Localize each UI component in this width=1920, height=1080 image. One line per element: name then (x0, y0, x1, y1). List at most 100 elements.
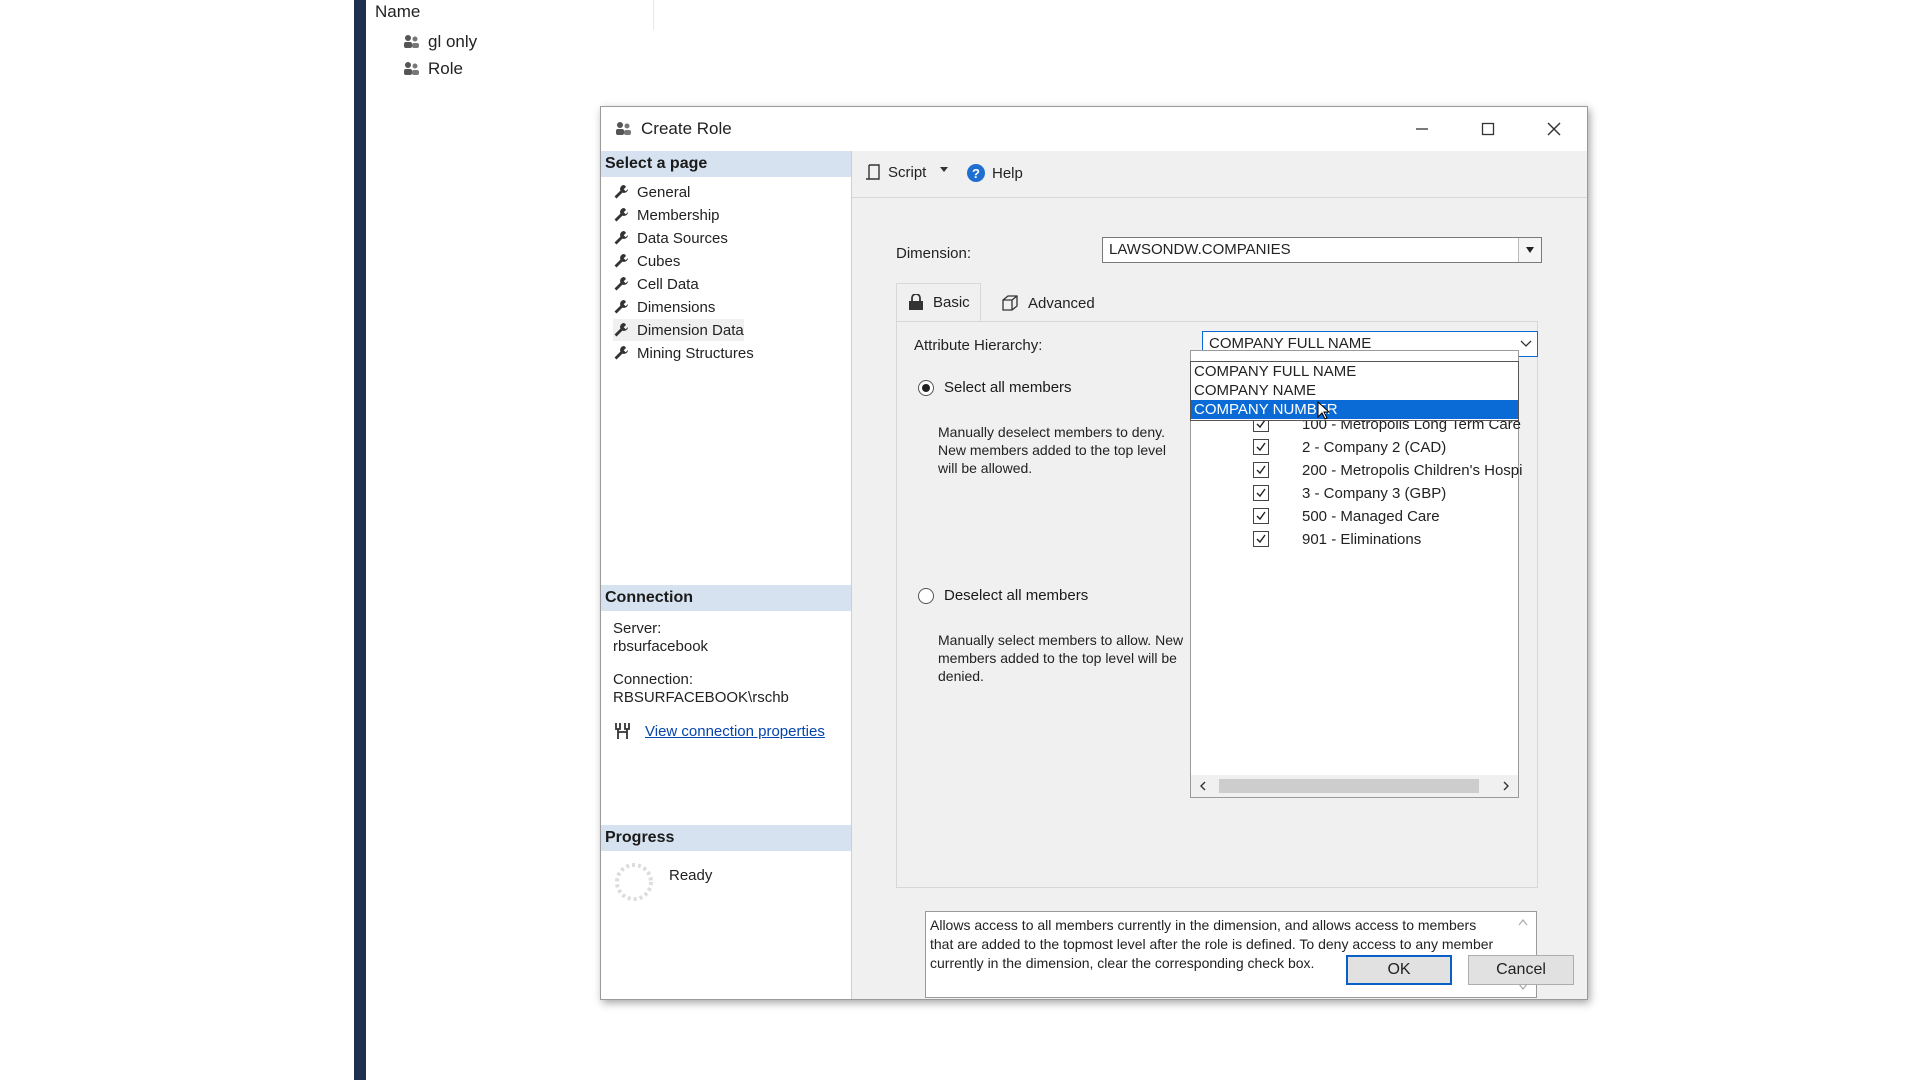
minimize-button[interactable] (1389, 107, 1455, 151)
close-button[interactable] (1521, 107, 1587, 151)
scroll-right-icon[interactable] (1502, 781, 1510, 791)
member-label: 200 - Metropolis Children's Hospi (1302, 461, 1523, 479)
svg-text:?: ? (972, 166, 980, 181)
progress-status: Ready (669, 867, 713, 884)
connection-header: Connection (601, 585, 851, 611)
page-label: Dimension Data (637, 321, 744, 339)
member-checkbox[interactable] (1253, 485, 1269, 501)
tab-advanced-label: Advanced (1028, 294, 1095, 312)
page-mining-structures[interactable]: Mining Structures (613, 342, 754, 364)
chevron-down-icon (940, 167, 948, 172)
help-label: Help (992, 164, 1023, 182)
page-data-sources[interactable]: Data Sources (613, 227, 728, 249)
connection-value: RBSURFACEBOOK\rschb (613, 689, 789, 706)
tree-item-label: gl only (428, 32, 478, 51)
help-icon: ? (967, 164, 985, 182)
check-icon (1256, 534, 1266, 544)
page-membership[interactable]: Membership (613, 204, 720, 226)
select-all-radio[interactable] (918, 379, 934, 396)
role-icon (404, 35, 419, 48)
check-icon (1256, 511, 1266, 521)
help-button[interactable]: ? Help (966, 163, 1023, 183)
scroll-up-icon[interactable] (1518, 918, 1528, 926)
attribute-hierarchy-dropdown[interactable]: COMPANY FULL NAME COMPANY NAME COMPANY N… (1190, 361, 1519, 421)
page-label: Membership (637, 206, 720, 224)
dimension-dropdown-arrow[interactable] (1518, 238, 1541, 262)
dropdown-option-selected[interactable]: COMPANY NUMBER (1191, 400, 1518, 419)
horizontal-scrollbar[interactable] (1191, 775, 1518, 797)
script-icon (866, 164, 880, 180)
select-all-description: Manually deselect members to deny. New m… (938, 424, 1167, 476)
connection-icon (615, 723, 630, 739)
wrench-icon (614, 346, 628, 360)
member-label: 2 - Company 2 (CAD) (1302, 438, 1447, 456)
page-label: Data Sources (637, 229, 728, 247)
title-bar: Create Role (601, 107, 1587, 151)
tree-item-label: Role (428, 59, 463, 78)
deselect-all-option[interactable]: Deselect all members (918, 587, 1088, 604)
member-checkbox[interactable] (1253, 439, 1269, 455)
window-edge-bar (354, 0, 366, 1080)
left-pane: Select a page General Membership Data So… (601, 151, 852, 999)
radio-selected-dot (922, 383, 930, 392)
tab-advanced[interactable]: Advanced (990, 287, 1105, 319)
cancel-button[interactable]: Cancel (1468, 955, 1574, 985)
view-connection-properties[interactable]: View connection properties (613, 721, 825, 741)
close-icon (1547, 122, 1561, 136)
name-column-header: Name (375, 2, 421, 21)
tree-item-gl-only[interactable]: gl only (402, 32, 477, 52)
check-icon (1256, 488, 1266, 498)
connection-label: Connection: (613, 671, 694, 688)
dimension-value: LAWSONDW.COMPANIES (1109, 241, 1291, 258)
page-label: Dimensions (637, 298, 716, 316)
server-label: Server: (613, 620, 662, 637)
scroll-left-icon[interactable] (1199, 781, 1207, 791)
wrench-icon (614, 300, 628, 314)
select-page-header: Select a page (601, 151, 851, 177)
maximize-button[interactable] (1455, 107, 1521, 151)
page-dimensions[interactable]: Dimensions (613, 296, 715, 318)
ok-button[interactable]: OK (1346, 955, 1452, 985)
page-label: General (637, 183, 691, 201)
member-checkbox[interactable] (1253, 462, 1269, 478)
role-icon (616, 122, 631, 135)
wrench-icon (614, 323, 628, 337)
member-checkbox[interactable] (1253, 531, 1269, 547)
chevron-down-icon (1520, 340, 1532, 347)
tab-strip: Basic Advanced (896, 283, 1536, 321)
dimension-label: Dimension: (896, 245, 972, 262)
view-connection-properties-link[interactable]: View connection properties (645, 723, 825, 740)
deselect-all-description: Manually select members to allow. New me… (938, 632, 1184, 684)
tab-basic-label: Basic (933, 294, 970, 311)
toolbar: Script ? Help (852, 151, 1587, 198)
script-dropdown[interactable] (938, 163, 950, 175)
progress-spinner-icon (615, 863, 653, 901)
page-cell-data[interactable]: Cell Data (613, 273, 699, 295)
tab-basic[interactable]: Basic (896, 283, 981, 321)
minimize-icon (1416, 128, 1428, 130)
script-button[interactable]: Script (864, 163, 926, 181)
create-role-dialog: Create Role Select a page General Member… (600, 106, 1588, 1000)
select-all-option[interactable]: Select all members (918, 379, 1072, 396)
dimension-select[interactable]: LAWSONDW.COMPANIES (1102, 237, 1542, 263)
server-value: rbsurfacebook (613, 638, 709, 655)
page-dimension-data[interactable]: Dimension Data (613, 319, 744, 341)
check-icon (1256, 442, 1266, 452)
page-general[interactable]: General (613, 181, 690, 203)
dialog-title: Create Role (641, 119, 732, 138)
page-label: Cubes (637, 252, 681, 270)
deselect-all-label: Deselect all members (944, 587, 1089, 604)
member-checkbox[interactable] (1253, 508, 1269, 524)
page-label: Cell Data (637, 275, 699, 293)
scrollbar-thumb[interactable] (1219, 779, 1479, 793)
basic-icon (909, 293, 923, 310)
wrench-icon (614, 254, 628, 268)
dropdown-option[interactable]: COMPANY FULL NAME (1191, 362, 1518, 381)
deselect-all-radio[interactable] (918, 587, 934, 604)
page-cubes[interactable]: Cubes (613, 250, 680, 272)
progress-header: Progress (601, 825, 851, 851)
tree-item-role[interactable]: Role (402, 59, 463, 79)
dropdown-option[interactable]: COMPANY NAME (1191, 381, 1518, 400)
attribute-hierarchy-label: Attribute Hierarchy: (914, 337, 1043, 354)
column-separator (653, 0, 654, 30)
